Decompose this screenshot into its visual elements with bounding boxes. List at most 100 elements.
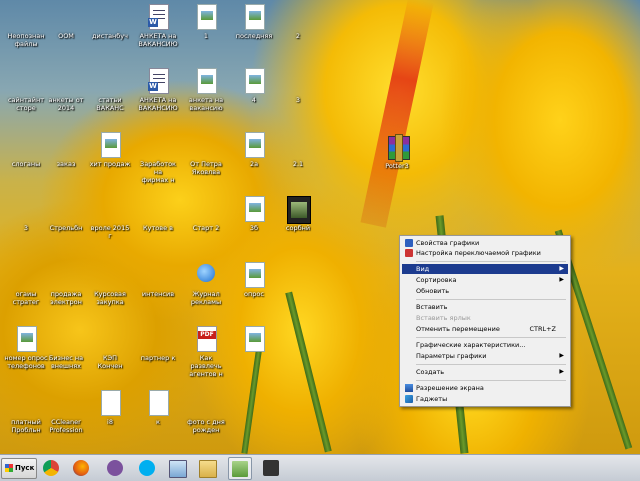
- icon-label: ООМ: [58, 32, 74, 40]
- desktop-icon[interactable]: i8: [88, 390, 132, 426]
- taskbar-picture-viewer[interactable]: [166, 457, 188, 478]
- icon-label: Старт 2: [192, 224, 220, 232]
- menu-item-undo-move[interactable]: Отменить перемещение CTRL+Z: [402, 324, 568, 334]
- menu-item-graphics-options[interactable]: Параметры графики ▶: [402, 351, 568, 361]
- desktop-icon[interactable]: статьи ВАКАНС: [88, 68, 132, 112]
- desktop-icon[interactable]: Неопознан файлы: [4, 4, 48, 48]
- icon-label: фото с дня рожден: [187, 418, 225, 434]
- desktop-icon[interactable]: 4: [232, 68, 276, 104]
- icon-label: 3: [23, 224, 29, 232]
- desktop-icon[interactable]: Бизнес на внешнях: [44, 326, 88, 370]
- image-file-icon: [15, 326, 37, 352]
- menu-item-gadgets[interactable]: Гаджеты: [402, 394, 568, 404]
- menu-item-new[interactable]: Создать ▶: [402, 367, 568, 377]
- folder-icon: [99, 196, 121, 222]
- desktop-icon[interactable]: Старт 2: [184, 196, 228, 232]
- desktop-icon[interactable]: партнер к: [136, 326, 180, 362]
- desktop-icon[interactable]: PDF Как развлечь агентов н: [184, 326, 228, 378]
- icon-label: к: [156, 418, 160, 426]
- start-button[interactable]: Пуск: [1, 458, 37, 479]
- desktop-icon[interactable]: Стрельбн: [44, 196, 88, 232]
- icon-label: 3: [295, 96, 301, 104]
- desktop-icon[interactable]: Заработок на фирмах н: [136, 132, 180, 184]
- menu-item-view[interactable]: Вид ▶: [402, 264, 568, 274]
- taskbar-image-app[interactable]: [228, 457, 252, 480]
- desktop-icon[interactable]: Кутове в: [136, 196, 180, 232]
- desktop-icon[interactable]: огаиы стратег: [4, 262, 48, 306]
- desktop-icon[interactable]: 3б: [232, 196, 276, 232]
- desktop-icon[interactable]: 2а: [232, 132, 276, 168]
- taskbar-firefox[interactable]: [70, 457, 92, 478]
- archive-file-potter3[interactable]: Potter3: [375, 134, 419, 170]
- taskbar-viber[interactable]: [104, 457, 126, 478]
- folder-icon: [147, 262, 169, 288]
- desktop-icon[interactable]: вроле 2015 г: [88, 196, 132, 240]
- icon-label: вроле 2015 г: [90, 224, 130, 240]
- folder-icon: [55, 196, 77, 222]
- desktop-icon[interactable]: От Петра Яковлва: [184, 132, 228, 176]
- desktop-icon[interactable]: CCleaner Profession: [44, 390, 88, 434]
- desktop-icon[interactable]: ООМ: [44, 4, 88, 40]
- menu-item-screen-resolution[interactable]: Разрешение экрана: [402, 383, 568, 393]
- image-file-icon: [243, 262, 265, 288]
- folder-icon: [15, 196, 37, 222]
- menu-item-sort[interactable]: Сортировка ▶: [402, 275, 568, 285]
- menu-item-graphics-characteristics[interactable]: Графические характеристики...: [402, 340, 568, 350]
- folder-icon: [147, 196, 169, 222]
- desktop-icon[interactable]: опрос: [232, 262, 276, 298]
- desktop-icon[interactable]: 2: [276, 4, 320, 40]
- desktop-icon[interactable]: фото с дня рожден: [184, 390, 228, 434]
- icon-label: интенсив: [141, 290, 175, 298]
- desktop-icon[interactable]: интенсив: [136, 262, 180, 298]
- menu-item-refresh[interactable]: Обновить: [402, 286, 568, 296]
- menu-item-graphics-properties[interactable]: Свойства графики: [402, 238, 568, 248]
- desktop-icon[interactable]: КЭП Кончен: [88, 326, 132, 370]
- folder-icon: [55, 390, 77, 416]
- desktop-icon[interactable]: Журнал рекламы: [184, 262, 228, 306]
- menu-item-paste[interactable]: Вставить: [402, 302, 568, 312]
- desktop-icon[interactable]: номер опрос телефонов: [4, 326, 48, 370]
- desktop-icon[interactable]: анкеты от 2014: [44, 68, 88, 112]
- word-document-icon: W: [147, 68, 169, 94]
- desktop-icon[interactable]: [232, 326, 276, 354]
- desktop-icon[interactable]: дистанбуч: [88, 4, 132, 40]
- desktop-icon[interactable]: Курсовая закупка: [88, 262, 132, 306]
- folder-icon: [99, 4, 121, 30]
- menu-separator: [416, 364, 566, 365]
- desktop-icon[interactable]: W АНКЕТА на ВАКАНСИЮ: [136, 4, 180, 48]
- icon-label: 1: [203, 32, 209, 40]
- chrome-icon: [43, 460, 59, 476]
- desktop-icon[interactable]: продажа электрон: [44, 262, 88, 306]
- icon-label: продажа электрон: [50, 290, 82, 306]
- desktop-icon[interactable]: последняя: [232, 4, 276, 40]
- icon-label: заказ: [56, 160, 76, 168]
- desktop-icon[interactable]: заказ: [44, 132, 88, 168]
- image-file-icon: [243, 68, 265, 94]
- desktop-icon[interactable]: анкета на вакансию: [184, 68, 228, 112]
- taskbar-chrome[interactable]: [40, 457, 62, 478]
- desktop-icon[interactable]: 3: [276, 68, 320, 104]
- desktop-icon[interactable]: [232, 390, 276, 418]
- icon-label: КЭП Кончен: [97, 354, 123, 370]
- desktop-icon[interactable]: слоганы: [4, 132, 48, 168]
- menu-item-switchable-graphics[interactable]: Настройка переключаемой графики: [402, 248, 568, 258]
- desktop-icon[interactable]: 2.1: [276, 132, 320, 168]
- desktop-icon[interactable]: сайнтайнт сторе: [4, 68, 48, 112]
- menu-item-paste-shortcut[interactable]: Вставить ярлык: [402, 313, 568, 323]
- desktop-icon[interactable]: хит продаж: [88, 132, 132, 168]
- desktop-icon[interactable]: 1: [184, 4, 228, 40]
- taskbar-explorer[interactable]: [196, 457, 218, 478]
- taskbar-skype[interactable]: [136, 457, 158, 478]
- desktop-icon[interactable]: к: [136, 390, 180, 426]
- desktop-icon[interactable]: платный Пробльн: [4, 390, 48, 434]
- icon-label: сайнтайнт сторе: [7, 96, 45, 112]
- icon-label: статьи ВАКАНС: [96, 96, 124, 112]
- submenu-arrow-icon: ▶: [559, 265, 564, 272]
- pdf-file-icon: PDF: [195, 326, 217, 352]
- desktop-icon[interactable]: 3: [4, 196, 48, 232]
- folder-icon: [287, 4, 309, 30]
- taskbar-camera-app[interactable]: [260, 457, 282, 478]
- icon-label: i8: [107, 418, 113, 426]
- desktop-icon[interactable]: сорбнй: [276, 196, 320, 232]
- desktop-icon[interactable]: W АНКЕТА на ВАКАНСИЮ: [136, 68, 180, 112]
